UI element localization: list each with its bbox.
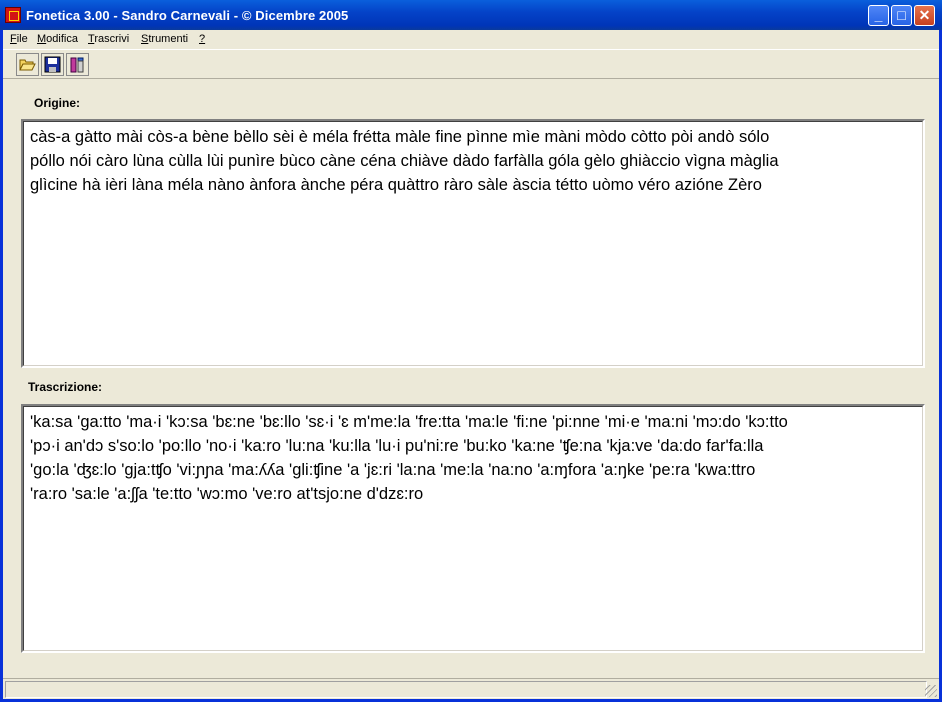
app-icon[interactable] bbox=[5, 7, 21, 23]
open-folder-icon bbox=[19, 59, 36, 71]
menu-bar: File Modifica Trascrivi Strumenti ? bbox=[3, 30, 939, 48]
resize-grip-icon[interactable] bbox=[925, 685, 937, 697]
minimize-icon: _ bbox=[874, 7, 883, 23]
menu-modifica[interactable]: Modifica bbox=[37, 33, 78, 45]
menu-trascrivi[interactable]: Trascrivi bbox=[88, 33, 129, 45]
status-bar bbox=[3, 678, 939, 699]
status-pane bbox=[5, 681, 927, 698]
trascrizione-label: Trascrizione: bbox=[28, 380, 103, 394]
maximize-button[interactable]: □ bbox=[891, 5, 912, 26]
origine-text[interactable]: càs-a gàtto mài còs-a bène bèllo sèi è m… bbox=[23, 121, 923, 366]
trascrizione-text[interactable]: 'ka:sa 'ga:tto 'ma·i 'kɔ:sa 'bɛ:ne 'bɛ:l… bbox=[23, 406, 923, 651]
origine-label: Origine: bbox=[34, 96, 81, 110]
save-disk-icon bbox=[44, 56, 61, 73]
transcribe-button[interactable] bbox=[66, 53, 89, 76]
save-button[interactable] bbox=[41, 53, 64, 76]
app-window: Fonetica 3.00 - Sandro Carnevali - © Dic… bbox=[0, 0, 942, 702]
minimize-button[interactable]: _ bbox=[868, 5, 889, 26]
close-button[interactable]: ✕ bbox=[914, 5, 935, 26]
window-title: Fonetica 3.00 - Sandro Carnevali - © Dic… bbox=[26, 8, 349, 23]
toolbar bbox=[3, 49, 939, 79]
maximize-icon: □ bbox=[897, 7, 906, 23]
origine-textarea[interactable]: càs-a gàtto mài còs-a bène bèllo sèi è m… bbox=[21, 119, 925, 368]
title-bar[interactable]: Fonetica 3.00 - Sandro Carnevali - © Dic… bbox=[0, 0, 942, 30]
trascrizione-textarea[interactable]: 'ka:sa 'ga:tto 'ma·i 'kɔ:sa 'bɛ:ne 'bɛ:l… bbox=[21, 404, 925, 653]
menu-help[interactable]: ? bbox=[199, 33, 205, 45]
transcribe-tool-icon bbox=[70, 57, 84, 73]
close-icon: ✕ bbox=[918, 7, 931, 23]
open-button[interactable] bbox=[16, 53, 39, 76]
menu-file[interactable]: File bbox=[10, 33, 28, 45]
menu-strumenti[interactable]: Strumenti bbox=[141, 33, 188, 45]
